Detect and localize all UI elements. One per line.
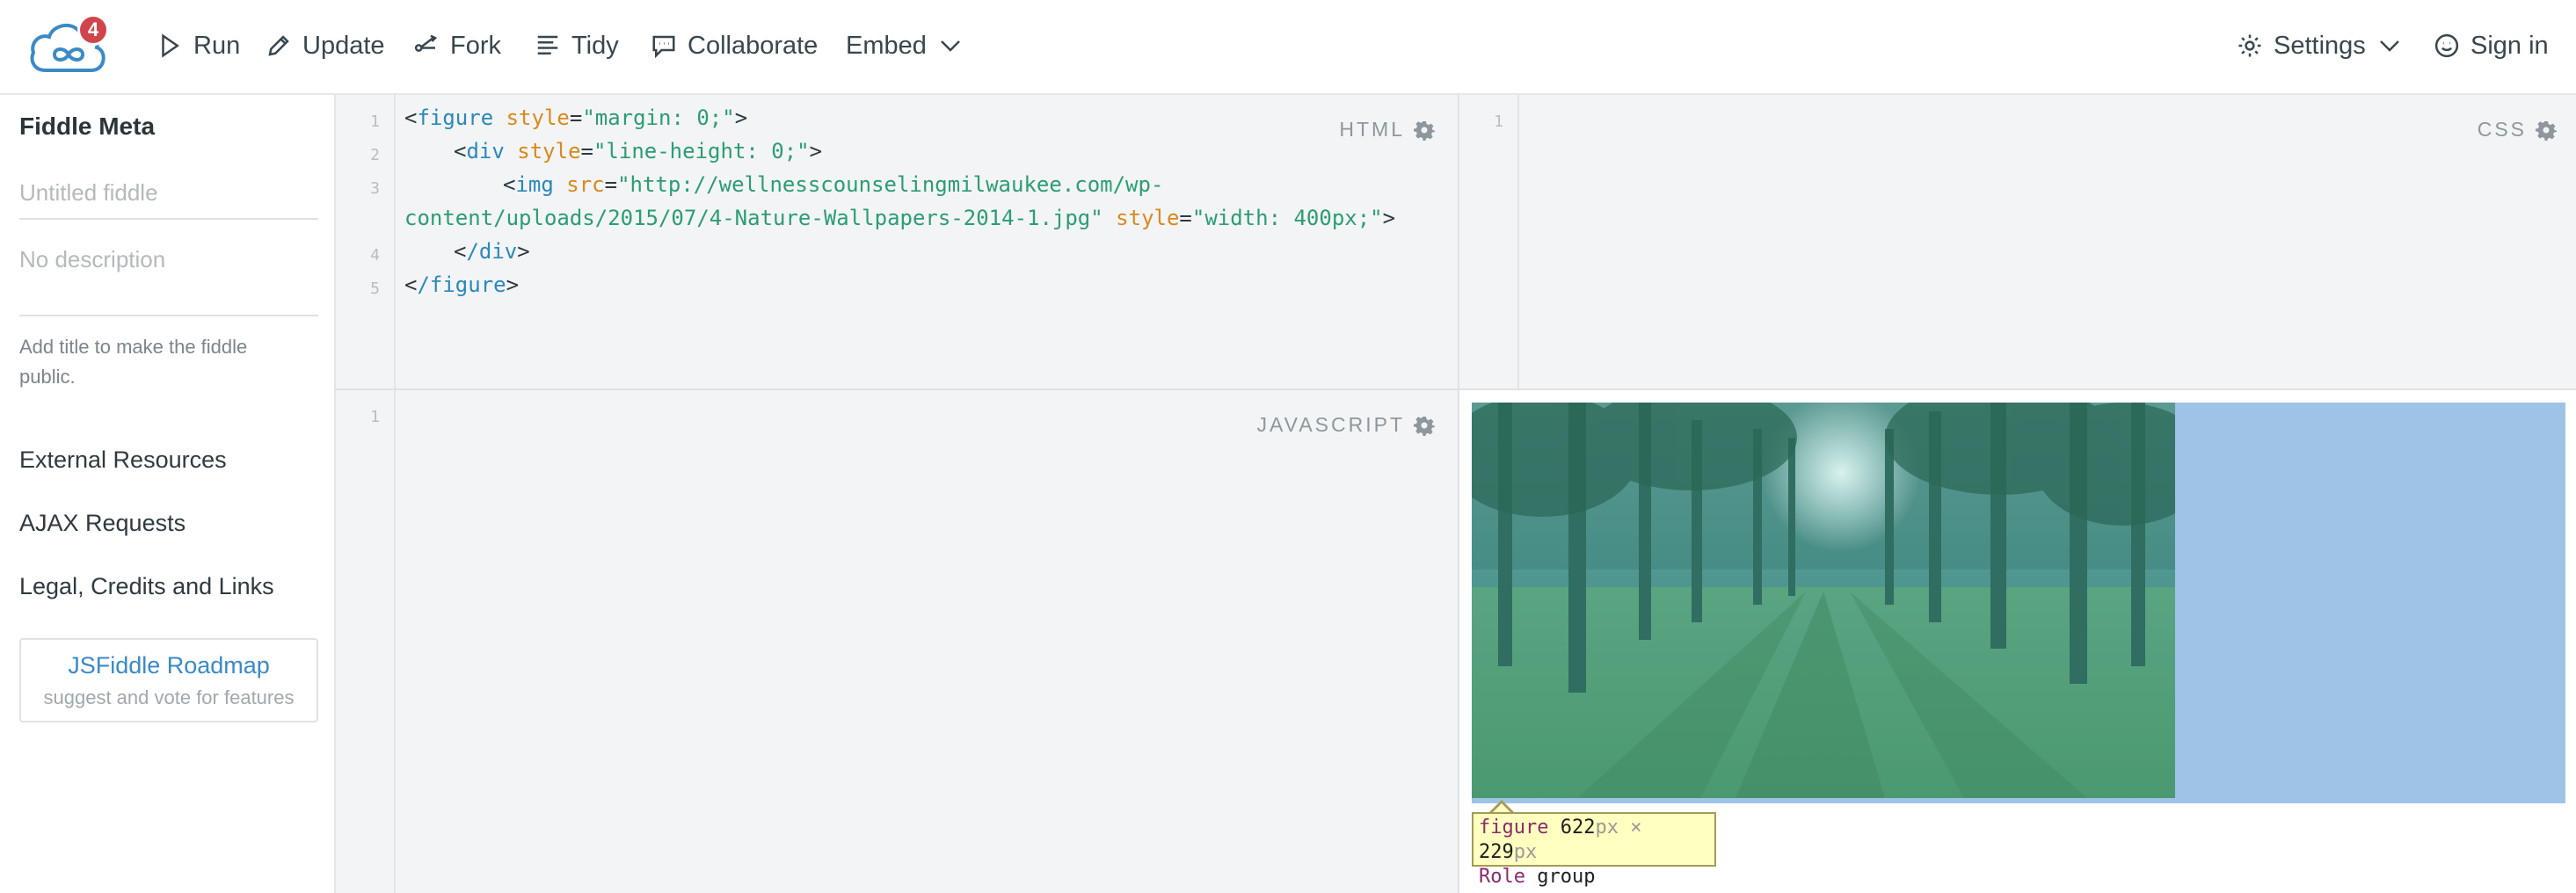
- tooltip-unit: px: [1595, 817, 1619, 839]
- top-toolbar: 4 Run Update Fork Tidy Collaborate Embed…: [0, 0, 2576, 95]
- roadmap-subtitle: suggest and vote for features: [43, 686, 295, 708]
- tag-name: img: [515, 172, 554, 197]
- attr-name: style: [506, 105, 570, 130]
- tag-name: figure: [417, 105, 494, 130]
- tag-name: /figure: [417, 272, 506, 297]
- line-gutter: 1: [1459, 95, 1519, 388]
- run-label: Run: [193, 31, 241, 60]
- gear-icon[interactable]: [2536, 120, 2557, 141]
- css-panel-label[interactable]: CSS: [2478, 118, 2557, 142]
- attr-value: "width: 400px;": [1191, 206, 1383, 230]
- gear-icon[interactable]: [1414, 415, 1435, 436]
- tooltip-tag: figure: [1479, 817, 1549, 839]
- code-line[interactable]: <div style="line-height: 0;">: [454, 139, 822, 163]
- roadmap-title: JSFiddle Roadmap: [68, 652, 270, 679]
- line-number: 3: [370, 179, 380, 198]
- update-button[interactable]: Update: [266, 26, 385, 65]
- embed-dropdown[interactable]: Embed: [846, 26, 964, 65]
- attr-name: src: [566, 172, 605, 197]
- chat-bubble-icon: [652, 35, 675, 59]
- line-number: 2: [370, 146, 380, 164]
- fork-button[interactable]: Fork: [413, 26, 501, 65]
- tooltip-height: 229: [1479, 841, 1514, 863]
- tag-name: /div: [466, 239, 518, 264]
- notification-badge[interactable]: 4: [77, 14, 109, 46]
- smiley-icon: [2434, 33, 2459, 58]
- sidebar-item-external-resources[interactable]: External Resources: [19, 446, 227, 474]
- line-gutter: 1: [336, 390, 396, 893]
- html-panel-label[interactable]: HTML: [1339, 118, 1435, 142]
- sidebar-item-legal-credits[interactable]: Legal, Credits and Links: [19, 573, 274, 600]
- code-line[interactable]: </div>: [454, 239, 530, 264]
- play-icon: [162, 33, 179, 58]
- line-gutter: 1 2 3 4 5: [336, 95, 396, 388]
- code-line-wrapped[interactable]: content/uploads/2015/07/4-Nature-Wallpap…: [404, 206, 1395, 230]
- tooltip-role-value: group: [1537, 866, 1596, 888]
- javascript-editor-panel[interactable]: 1 JAVASCRIPT: [336, 390, 1458, 893]
- fork-icon: [414, 34, 438, 52]
- fork-label: Fork: [450, 31, 501, 60]
- tooltip-width: 622: [1560, 817, 1596, 839]
- css-editor-panel[interactable]: 1 CSS: [1458, 95, 2576, 390]
- gear-icon[interactable]: [1414, 120, 1435, 141]
- tooltip-times: ×: [1630, 817, 1642, 839]
- inspector-tooltip: figure 622px × 229px Role group: [1472, 812, 1716, 888]
- gear-icon: [2238, 34, 2261, 57]
- fiddle-description-input[interactable]: No description: [19, 234, 318, 316]
- tooltip-role: Role group: [1479, 865, 1709, 889]
- tooltip-role-label: Role: [1479, 866, 1525, 888]
- attr-value: "http://wellnesscounselingmilwaukee.com/…: [617, 172, 1164, 197]
- line-number: 1: [1494, 113, 1503, 131]
- tidy-button[interactable]: Tidy: [535, 26, 619, 65]
- attr-value: "line-height: 0;": [593, 139, 810, 163]
- attr-value: content/uploads/2015/07/4-Nature-Wallpap…: [404, 206, 1103, 230]
- attr-value: "margin: 0;": [582, 105, 735, 130]
- code-line[interactable]: <figure style="margin: 0;">: [404, 105, 747, 130]
- result-panel[interactable]: figure 622px × 229px Role group: [1458, 390, 2576, 893]
- update-label: Update: [302, 31, 385, 60]
- collaborate-button[interactable]: Collaborate: [651, 26, 818, 65]
- sidebar-item-ajax-requests[interactable]: AJAX Requests: [19, 510, 186, 537]
- attr-name: style: [517, 139, 581, 163]
- code-line[interactable]: </figure>: [404, 272, 519, 297]
- settings-label: Settings: [2274, 31, 2366, 60]
- sign-in-button[interactable]: Sign in: [2434, 26, 2549, 65]
- chevron-down-icon: [2379, 40, 2399, 52]
- tooltip-dimensions: figure 622px × 229px: [1479, 816, 1709, 865]
- tooltip-unit: px: [1513, 841, 1538, 863]
- sidebar: Fiddle Meta Untitled fiddle No descripti…: [0, 95, 336, 893]
- css-label-text: CSS: [2477, 118, 2527, 141]
- sign-in-label: Sign in: [2470, 31, 2549, 60]
- javascript-panel-label[interactable]: JAVASCRIPT: [1257, 413, 1435, 437]
- pencil-icon: [268, 35, 289, 56]
- settings-dropdown[interactable]: Settings: [2237, 26, 2403, 65]
- html-editor-panel[interactable]: 1 2 3 4 5 <figure style="margin: 0;"> <d…: [336, 95, 1458, 390]
- line-number: 4: [370, 246, 380, 265]
- embed-label: Embed: [846, 31, 927, 60]
- attr-name: style: [1116, 206, 1180, 230]
- run-button[interactable]: Run: [156, 26, 240, 65]
- line-number: 5: [370, 280, 380, 298]
- line-number: 1: [370, 408, 380, 426]
- javascript-label-text: JAVASCRIPT: [1256, 413, 1405, 436]
- line-number: 1: [370, 113, 380, 131]
- chevron-down-icon: [941, 40, 960, 52]
- public-note: Add title to make the fiddle public.: [19, 336, 248, 388]
- code-line[interactable]: <img src="http://wellnesscounselingmilwa…: [503, 172, 1163, 197]
- html-label-text: HTML: [1339, 118, 1405, 141]
- tidy-label: Tidy: [571, 31, 619, 60]
- roadmap-link[interactable]: JSFiddle Roadmap suggest and vote for fe…: [19, 638, 318, 722]
- tag-name: div: [466, 139, 505, 163]
- collaborate-label: Collaborate: [688, 31, 819, 60]
- align-lines-icon: [537, 35, 558, 54]
- forest-image[interactable]: [1472, 403, 2175, 798]
- fiddle-title-input[interactable]: Untitled fiddle: [19, 167, 318, 220]
- fiddle-meta-heading: Fiddle Meta: [19, 113, 156, 140]
